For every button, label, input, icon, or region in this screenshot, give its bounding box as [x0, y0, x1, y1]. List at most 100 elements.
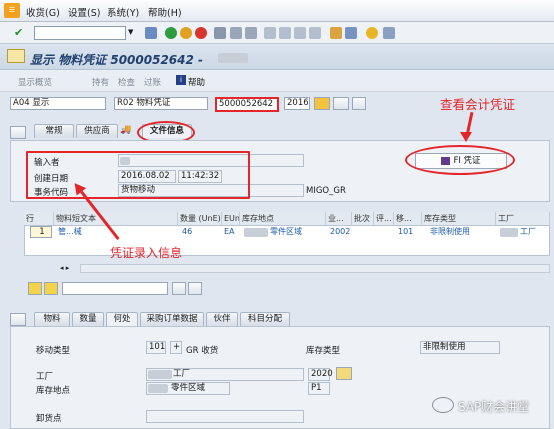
table-tool-2-icon[interactable] [44, 282, 58, 295]
last-page-icon[interactable] [309, 27, 321, 39]
sloc-label: 库存地点 [36, 386, 71, 396]
stock-type-label: 库存类型 [306, 346, 341, 356]
row-qty: 46 [182, 227, 193, 236]
exit-icon[interactable] [180, 27, 192, 39]
tab-toggle-icon[interactable] [10, 126, 26, 139]
print-icon[interactable] [214, 27, 226, 39]
layout-icon[interactable] [383, 27, 395, 39]
row-plant: 工厂 [520, 227, 536, 236]
plant-redacted [148, 370, 172, 379]
col-text: 物料短文本 [54, 212, 178, 226]
cancel-icon[interactable] [195, 27, 207, 39]
check-button[interactable]: 检查 [118, 76, 135, 88]
col-val: 评... [374, 212, 394, 226]
col-move: 移... [394, 212, 422, 226]
row-biz: 2002 [330, 227, 351, 236]
find-button[interactable] [172, 282, 186, 295]
tab-general[interactable]: 常规 [34, 124, 74, 138]
bottom-tab-toggle-icon[interactable] [10, 313, 26, 326]
tab-partner[interactable]: 伙伴 [206, 312, 238, 326]
shortcut-icon[interactable] [345, 27, 357, 39]
menu-settings[interactable]: 设置(S) [68, 5, 100, 19]
tab-where[interactable]: 何处 [106, 312, 138, 326]
hold-button[interactable]: 持有 [92, 76, 109, 88]
row-unit: EA [224, 227, 235, 236]
title-redacted [218, 53, 248, 63]
col-sloc: 库存地点 [240, 212, 326, 226]
details-button[interactable] [352, 97, 366, 110]
tab-quantity[interactable]: 数量 [72, 312, 104, 326]
table-tool-1-icon[interactable] [28, 282, 42, 295]
find-icon[interactable] [230, 27, 242, 39]
save-icon[interactable] [145, 27, 157, 39]
back-icon[interactable] [165, 27, 177, 39]
post-button[interactable]: 过账 [144, 76, 161, 88]
tab-material[interactable]: 物料 [34, 312, 70, 326]
col-stock: 库存类型 [422, 212, 496, 226]
menu-help[interactable]: 帮助(H) [148, 5, 182, 19]
row-stock: 非限制使用 [430, 227, 470, 236]
movement-sign-field: + [170, 341, 182, 354]
fi-arrow-head [460, 132, 472, 142]
fi-annotation: 查看会计凭证 [440, 97, 516, 112]
action-select[interactable]: A04 显示 [10, 97, 106, 110]
sap-logo-icon[interactable]: ☰ [4, 3, 20, 18]
overview-button[interactable]: 显示概览 [18, 76, 52, 88]
menu-system[interactable]: 系统(Y) [107, 5, 139, 19]
table-search-field[interactable] [62, 282, 168, 295]
reference-select[interactable]: R02 物料凭证 [114, 97, 208, 110]
other-doc-button[interactable] [333, 97, 349, 110]
table-scroll-left-icon[interactable]: ◂ ▸ [60, 264, 69, 272]
sloc-code-field: P1 [308, 382, 330, 395]
tab-vendor[interactable]: 供应商 [76, 124, 118, 138]
movement-desc: GR 收货 [186, 346, 219, 356]
document-icon [7, 49, 25, 63]
menu-goods-receipt[interactable]: 收货(G) [26, 5, 60, 19]
first-page-icon[interactable] [264, 27, 276, 39]
find-next-button[interactable] [188, 282, 202, 295]
execute-button[interactable] [314, 97, 330, 110]
movement-type-field: 101 [146, 341, 166, 354]
info-icon: i [176, 75, 186, 85]
entry-annotation: 凭证录入信息 [110, 246, 183, 260]
col-line: 行 [24, 212, 54, 226]
tab-po-data[interactable]: 采购订单数据 [140, 312, 204, 326]
help-icon[interactable] [366, 27, 378, 39]
plant-address-icon[interactable] [336, 367, 352, 380]
row-text: 管...械 [58, 227, 82, 236]
row-sloc: 零件区域 [270, 227, 302, 236]
tab-icon[interactable]: 🚚 [120, 125, 136, 137]
tab-account[interactable]: 科目分配 [240, 312, 290, 326]
command-field[interactable] [34, 26, 126, 40]
sloc-redacted [148, 384, 168, 393]
application-toolbar [0, 70, 554, 92]
col-batch: 批次 [352, 212, 374, 226]
doc-number-field[interactable]: 5000052642 [215, 97, 279, 112]
entry-info-highlight [26, 151, 250, 199]
new-session-icon[interactable] [330, 27, 342, 39]
tcode-ref: MIGO_GR [306, 186, 346, 196]
row-move: 101 [398, 227, 414, 236]
unloading-point-label: 卸货点 [36, 414, 62, 424]
col-biz: 业... [326, 212, 352, 226]
unloading-point-field [146, 410, 304, 423]
col-plant: 工厂 [496, 212, 550, 226]
menu-bar: ☰ 收货(G) 设置(S) 系统(Y) 帮助(H) [0, 0, 554, 22]
page-title: 显示 物料凭证 5000052642 - [30, 53, 204, 67]
prev-page-icon[interactable] [279, 27, 291, 39]
enter-check-icon[interactable]: ✔ [14, 26, 23, 39]
wechat-logo-icon [432, 397, 454, 413]
next-page-icon[interactable] [294, 27, 306, 39]
row-line[interactable]: 1 [30, 226, 52, 238]
help-button[interactable]: 帮助 [188, 76, 205, 88]
table-hscroll[interactable] [80, 264, 550, 273]
command-dropdown-icon[interactable]: ▼ [128, 28, 133, 36]
plant-code-field: 2020 [308, 368, 333, 381]
col-qty: 数量 (UnE) [178, 212, 222, 226]
col-unit: EUn [222, 212, 240, 226]
movement-type-label: 移动类型 [36, 346, 71, 356]
find-next-icon[interactable] [245, 27, 257, 39]
row-sloc-redacted [244, 228, 268, 237]
doc-year-field[interactable]: 2016 [284, 97, 310, 110]
watermark-text: SAP财会讲堂 [458, 400, 530, 414]
